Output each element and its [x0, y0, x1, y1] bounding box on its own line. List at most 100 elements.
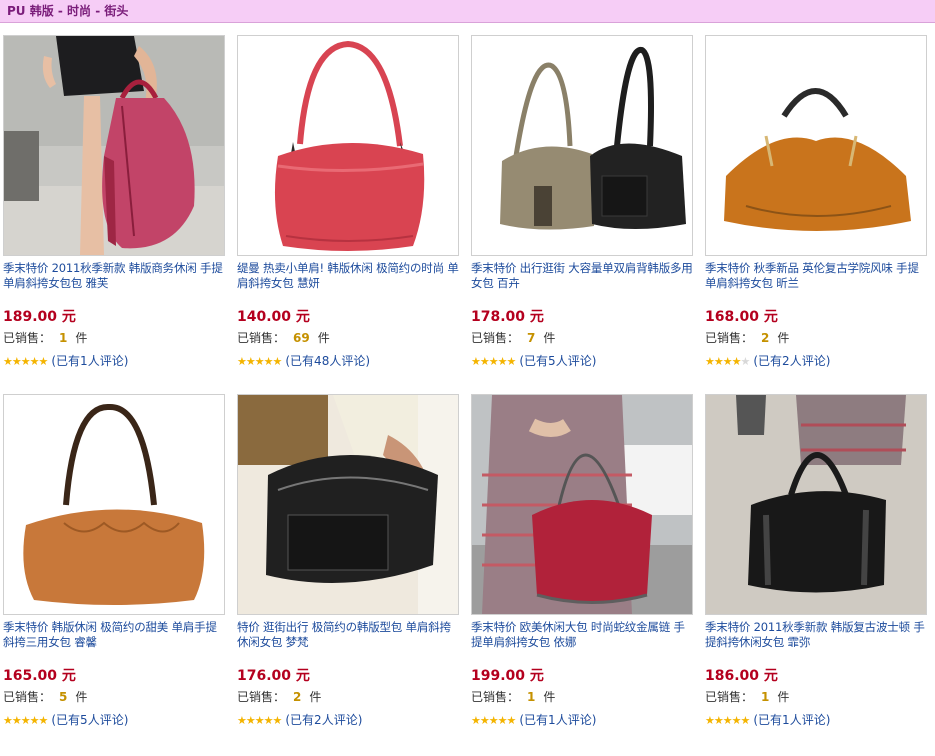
- star-filled-icon: ★: [722, 714, 733, 727]
- review-link[interactable]: (已有5人评论): [519, 354, 596, 368]
- currency-label: 元: [763, 668, 778, 684]
- product-title[interactable]: 季末特价 韩版休闲 极简约の甜美 单肩手提斜挎三用女包 睿馨: [3, 620, 225, 652]
- price-value: 176.00: [237, 668, 292, 684]
- product-title[interactable]: 季末特价 欧美休闲大包 时尚蛇纹金属链 手提单肩斜挎女包 依娜: [471, 620, 693, 652]
- star-filled-icon: ★: [705, 355, 715, 368]
- product-card[interactable]: 季末特价 秋季新品 英伦复古学院风味 手提单肩斜挎女包 昕兰 168.00 元 …: [705, 35, 927, 375]
- star-filled-icon: ★: [722, 355, 733, 368]
- product-image[interactable]: [237, 35, 459, 256]
- sold-info: 已销售： 2 件: [237, 690, 321, 704]
- unit-label: 件: [75, 690, 88, 704]
- price-value: 199.00: [471, 668, 526, 684]
- star-filled-icon: ★: [254, 714, 265, 727]
- sold-label: 已销售：: [237, 331, 286, 345]
- price-value: 178.00: [471, 309, 526, 325]
- rating-row: ★★★★★ (已有48人评论): [237, 354, 370, 369]
- price-value: 186.00: [705, 668, 760, 684]
- sold-label: 已销售：: [3, 331, 52, 345]
- review-link[interactable]: (已有1人评论): [51, 354, 128, 368]
- currency-label: 元: [295, 668, 310, 684]
- review-link[interactable]: (已有5人评论): [51, 713, 128, 727]
- review-link[interactable]: (已有48人评论): [285, 354, 370, 368]
- rating-row: ★★★★★ (已有1人评论): [705, 713, 830, 728]
- product-card[interactable]: 季末特价 欧美休闲大包 时尚蛇纹金属链 手提单肩斜挎女包 依娜 199.00 元…: [471, 394, 693, 734]
- product-title[interactable]: 缇曼 热卖小单肩! 韩版休闲 极简约の时尚 单肩斜挎女包 慧妍: [237, 261, 459, 293]
- sold-count: 2: [761, 331, 770, 345]
- rating-stars: ★★★★★: [237, 355, 282, 369]
- product-image[interactable]: [3, 394, 225, 615]
- rating-stars: ★★★★★: [471, 714, 516, 728]
- sold-label: 已销售：: [705, 331, 754, 345]
- star-empty-icon: ★: [740, 355, 751, 368]
- star-filled-icon: ★: [479, 355, 490, 368]
- sold-count: 5: [59, 690, 68, 704]
- rating-stars: ★★★★★: [705, 714, 750, 728]
- sold-label: 已销售：: [471, 331, 520, 345]
- rating-row: ★★★★★ (已有2人评论): [237, 713, 362, 728]
- currency-label: 元: [529, 309, 544, 325]
- product-image[interactable]: [705, 35, 927, 256]
- product-card[interactable]: 季末特价 韩版休闲 极简约の甜美 单肩手提斜挎三用女包 睿馨 165.00 元 …: [3, 394, 225, 734]
- star-filled-icon: ★: [713, 714, 724, 727]
- star-filled-icon: ★: [254, 355, 265, 368]
- sold-label: 已销售：: [237, 690, 286, 704]
- product-price: 189.00 元: [3, 309, 76, 325]
- review-link[interactable]: (已有1人评论): [753, 713, 830, 727]
- sold-count: 7: [527, 331, 536, 345]
- review-link[interactable]: (已有2人评论): [285, 713, 362, 727]
- star-filled-icon: ★: [38, 714, 49, 727]
- product-card[interactable]: 特价 逛街出行 极简约の韩版型包 单肩斜挎休闲女包 梦梵 176.00 元 已销…: [237, 394, 459, 734]
- star-filled-icon: ★: [3, 355, 13, 368]
- star-filled-icon: ★: [20, 714, 31, 727]
- review-link[interactable]: (已有1人评论): [519, 713, 596, 727]
- star-filled-icon: ★: [3, 714, 13, 727]
- star-filled-icon: ★: [488, 355, 499, 368]
- rating-stars: ★★★★★: [471, 355, 517, 369]
- price-value: 140.00: [237, 309, 292, 325]
- product-image[interactable]: [237, 394, 459, 615]
- star-filled-icon: ★: [471, 355, 481, 368]
- rating-row: ★★★★★ (已有5人评论): [471, 354, 596, 369]
- star-filled-icon: ★: [263, 355, 274, 368]
- star-filled-icon: ★: [237, 714, 247, 727]
- unit-label: 件: [543, 331, 556, 345]
- product-price: 178.00 元: [471, 309, 544, 325]
- star-filled-icon: ★: [11, 355, 22, 368]
- product-price: 165.00 元: [3, 668, 76, 684]
- star-filled-icon: ★: [38, 355, 49, 368]
- star-filled-icon: ★: [506, 355, 517, 368]
- star-filled-icon: ★: [731, 714, 742, 727]
- review-link[interactable]: (已有2人评论): [753, 354, 830, 368]
- product-title[interactable]: 季末特价 2011秋季新款 韩版复古波士顿 手提斜挎休闲女包 霏弥: [705, 620, 927, 652]
- product-price: 186.00 元: [705, 668, 778, 684]
- star-filled-icon: ★: [471, 714, 481, 727]
- product-image[interactable]: [3, 35, 225, 256]
- star-filled-icon: ★: [488, 714, 499, 727]
- star-filled-icon: ★: [237, 355, 247, 368]
- product-price: 199.00 元: [471, 668, 544, 684]
- star-filled-icon: ★: [29, 714, 40, 727]
- sold-label: 已销售：: [3, 690, 52, 704]
- product-price: 140.00 元: [237, 309, 310, 325]
- product-price: 176.00 元: [237, 668, 310, 684]
- sold-label: 已销售：: [471, 690, 520, 704]
- product-image[interactable]: [705, 394, 927, 615]
- star-filled-icon: ★: [497, 355, 508, 368]
- product-title[interactable]: 季末特价 秋季新品 英伦复古学院风味 手提单肩斜挎女包 昕兰: [705, 261, 927, 293]
- product-title[interactable]: 季末特价 出行逛街 大容量单双肩背韩版多用女包 百卉: [471, 261, 693, 293]
- product-image[interactable]: [471, 394, 693, 615]
- product-image[interactable]: [471, 35, 693, 256]
- product-card[interactable]: 季末特价 出行逛街 大容量单双肩背韩版多用女包 百卉 178.00 元 已销售：…: [471, 35, 693, 375]
- star-filled-icon: ★: [272, 714, 283, 727]
- unit-label: 件: [309, 690, 322, 704]
- product-card[interactable]: 季末特价 2011秋季新款 韩版商务休闲 手提单肩斜挎女包包 雅芙 189.00…: [3, 35, 225, 375]
- rating-row: ★★★★★ (已有5人评论): [3, 713, 128, 728]
- product-title[interactable]: 季末特价 2011秋季新款 韩版商务休闲 手提单肩斜挎女包包 雅芙: [3, 261, 225, 293]
- product-card[interactable]: 缇曼 热卖小单肩! 韩版休闲 极简约の时尚 单肩斜挎女包 慧妍 140.00 元…: [237, 35, 459, 375]
- product-card[interactable]: 季末特价 2011秋季新款 韩版复古波士顿 手提斜挎休闲女包 霏弥 186.00…: [705, 394, 927, 734]
- star-filled-icon: ★: [479, 714, 490, 727]
- sold-info: 已销售： 1 件: [3, 331, 87, 345]
- currency-label: 元: [61, 668, 76, 684]
- category-header: PU 韩版 - 时尚 - 街头: [0, 0, 935, 23]
- product-title[interactable]: 特价 逛街出行 极简约の韩版型包 单肩斜挎休闲女包 梦梵: [237, 620, 459, 652]
